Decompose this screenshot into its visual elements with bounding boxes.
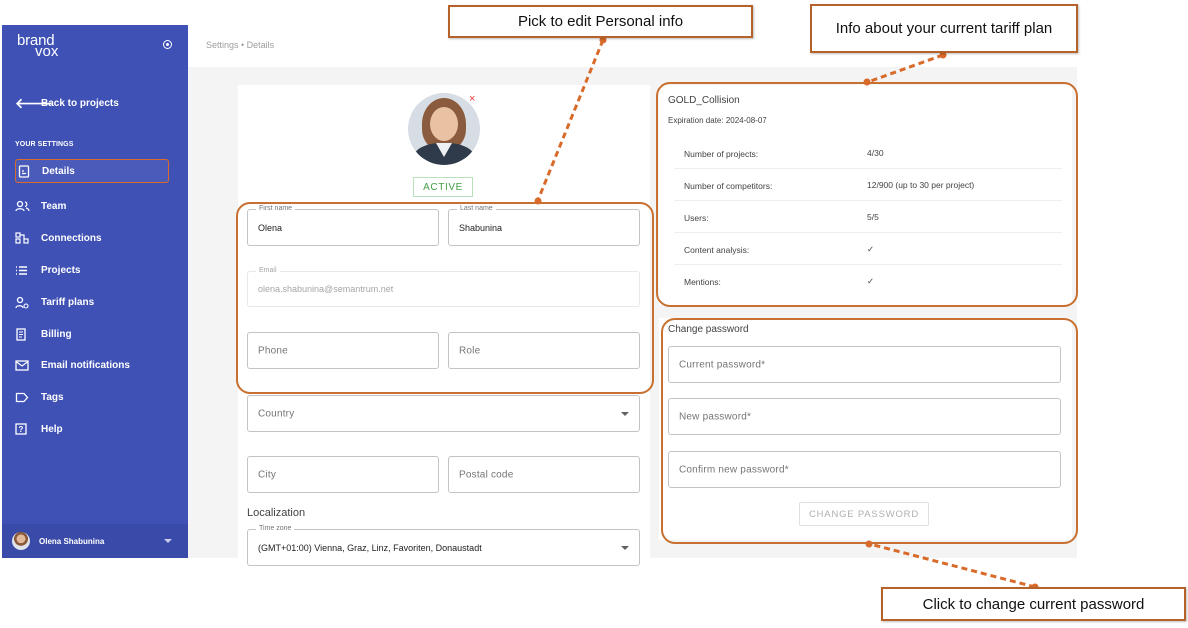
callout-personal-info: Pick to edit Personal info (448, 5, 753, 38)
callout-change-password: Click to change current password (881, 587, 1186, 621)
callout-tariff-info: Info about your current tariff plan (810, 4, 1078, 53)
annotation-arrows (534, 36, 1039, 591)
screenshot-root: brand vox 🡐 Back to projects YOUR SETTIN… (0, 0, 1188, 628)
